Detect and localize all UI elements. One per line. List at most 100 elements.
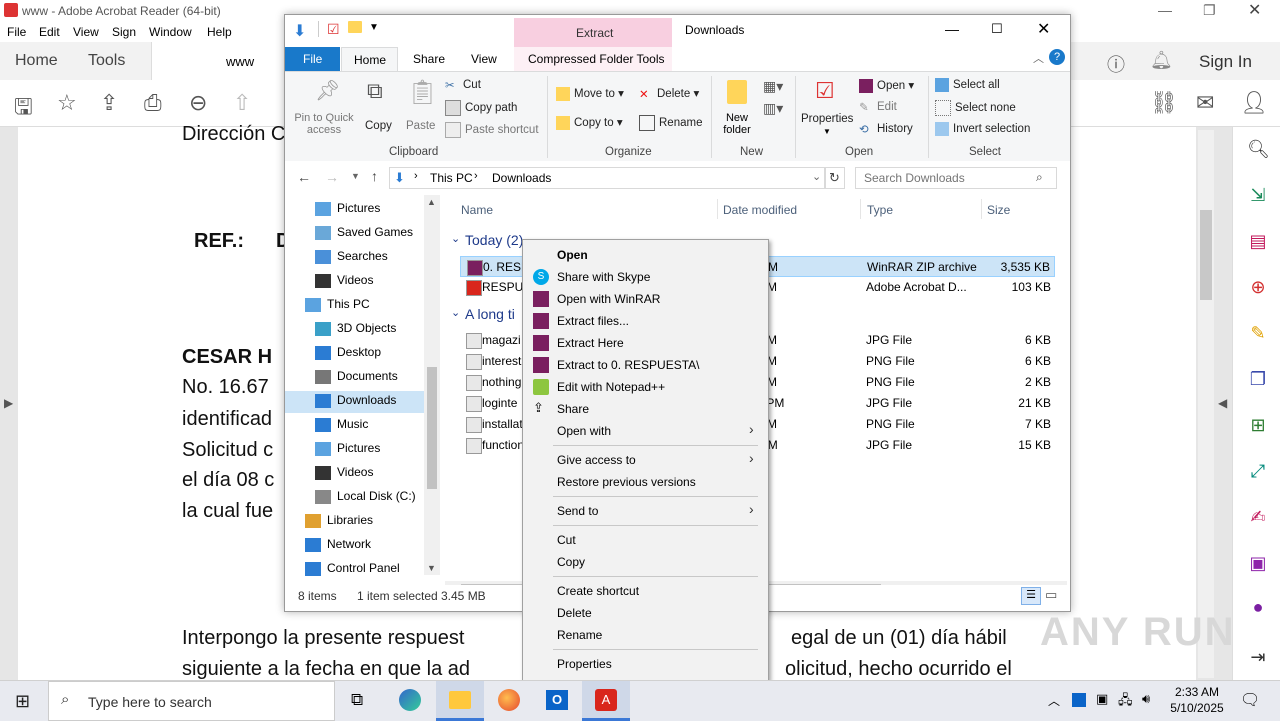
- menu-view[interactable]: View: [73, 25, 99, 39]
- menu-item-copy[interactable]: Copy: [557, 555, 585, 569]
- column-name[interactable]: Name: [461, 203, 493, 217]
- nav-scrollbar[interactable]: ▲ ▼: [424, 195, 440, 575]
- scrollbar-thumb[interactable]: [1200, 210, 1212, 300]
- network-icon[interactable]: 🖧: [1118, 691, 1133, 713]
- nav-item[interactable]: This PC: [305, 297, 370, 312]
- combine-files-icon[interactable]: ❐: [1247, 369, 1269, 391]
- help-icon[interactable]: ⓘ: [1107, 51, 1125, 77]
- save-icon[interactable]: 🖫: [14, 90, 33, 128]
- tray-outlook-icon[interactable]: [1072, 693, 1086, 707]
- up-icon[interactable]: ↑: [371, 168, 378, 184]
- ribbon-tab-view[interactable]: View: [471, 52, 497, 66]
- explorer-maximize-icon[interactable]: ☐: [991, 21, 1003, 37]
- menu-item-share-skype[interactable]: Share with Skype: [557, 270, 650, 284]
- close-icon[interactable]: ✕: [1248, 0, 1261, 20]
- edge-taskbar-button[interactable]: [386, 681, 434, 721]
- windows-start-icon[interactable]: ⊞: [15, 691, 30, 712]
- scroll-up-icon[interactable]: ▲: [427, 197, 436, 207]
- nav-item[interactable]: Downloads: [285, 391, 424, 413]
- select-none-button[interactable]: Select none: [935, 100, 1016, 116]
- nav-scrollbar-thumb[interactable]: [427, 367, 437, 489]
- large-icons-view-icon[interactable]: ▭: [1045, 587, 1057, 603]
- menu-item-open[interactable]: Open: [557, 248, 588, 262]
- right-panel-toggle-icon[interactable]: ◀: [1218, 396, 1227, 410]
- forward-icon[interactable]: →: [325, 169, 339, 185]
- menu-item-share[interactable]: Share: [557, 402, 589, 416]
- select-all-button[interactable]: Select all: [935, 78, 1000, 92]
- collapse-panel-icon[interactable]: ⇥: [1247, 647, 1269, 669]
- address-bar[interactable]: ⬇ › This PC › Downloads ⌄: [389, 167, 825, 189]
- tray-device-icon[interactable]: ▣: [1096, 691, 1108, 707]
- nav-item[interactable]: 3D Objects: [315, 321, 396, 336]
- group-header-today[interactable]: Today (2): [465, 232, 523, 248]
- clock-date[interactable]: 5/10/2025: [1166, 701, 1228, 715]
- history-button[interactable]: ⟲ History: [859, 122, 913, 136]
- nav-item[interactable]: Documents: [315, 369, 398, 384]
- explorer-taskbar-button[interactable]: [436, 681, 484, 721]
- scroll-down-icon[interactable]: ▼: [427, 563, 436, 573]
- clock-time[interactable]: 2:33 AM: [1168, 685, 1226, 699]
- volume-icon[interactable]: 🔊︎: [1142, 691, 1150, 707]
- acrobat-taskbar-button[interactable]: A: [582, 681, 630, 721]
- qat-dropdown-icon[interactable]: ▼: [369, 22, 379, 33]
- column-date-modified[interactable]: Date modified: [723, 203, 797, 217]
- menu-item-delete[interactable]: Delete: [557, 606, 592, 620]
- menu-edit[interactable]: Edit: [39, 25, 60, 39]
- menu-item-send-to[interactable]: Send to: [557, 504, 598, 518]
- star-icon[interactable]: ☆: [57, 90, 77, 116]
- copy-to-button[interactable]: Copy to ▾: [556, 115, 623, 130]
- nav-item[interactable]: Desktop: [315, 345, 381, 360]
- ribbon-tab-home[interactable]: Home: [341, 47, 398, 72]
- column-type[interactable]: Type: [867, 203, 893, 217]
- mail-icon[interactable]: ✉: [1196, 90, 1214, 116]
- firefox-taskbar-button[interactable]: [485, 681, 533, 721]
- nav-item[interactable]: Network: [305, 537, 371, 552]
- breadcrumb-this-pc[interactable]: This PC: [430, 171, 473, 185]
- bell-icon[interactable]: 🔔︎: [1150, 50, 1173, 71]
- copy-path-button[interactable]: Copy path: [445, 100, 517, 116]
- search-icon[interactable]: 🔍︎: [1247, 139, 1270, 161]
- group-collapse-icon[interactable]: ⌄: [451, 232, 460, 245]
- tab-home[interactable]: Home: [15, 52, 58, 70]
- new-folder-button[interactable]: New folder: [717, 78, 757, 142]
- sign-in-button[interactable]: Sign In: [1199, 52, 1252, 72]
- search-input[interactable]: [862, 170, 1036, 186]
- notifications-icon[interactable]: 🗨︎: [1240, 690, 1260, 710]
- export-pdf-icon[interactable]: ⇲: [1247, 185, 1269, 207]
- nav-item[interactable]: Pictures: [315, 201, 380, 216]
- menu-item-create-shortcut[interactable]: Create shortcut: [557, 584, 639, 598]
- ribbon-collapse-icon[interactable]: ︿: [1033, 50, 1044, 66]
- left-panel-toggle-icon[interactable]: ▶: [4, 396, 13, 410]
- nav-item[interactable]: Saved Games: [315, 225, 413, 240]
- upload-icon[interactable]: ⇪: [100, 90, 118, 116]
- menu-sign[interactable]: Sign: [112, 25, 136, 39]
- user-add-icon[interactable]: 👤︎: [1240, 90, 1268, 116]
- menu-item-give-access[interactable]: Give access to: [557, 453, 636, 467]
- details-view-icon[interactable]: ☰: [1021, 587, 1041, 605]
- open-button[interactable]: Open ▾: [859, 78, 914, 93]
- invert-selection-button[interactable]: Invert selection: [935, 122, 1030, 136]
- new-item-icon[interactable]: ▦▾: [763, 78, 783, 95]
- link-icon[interactable]: ⛓: [1150, 90, 1178, 116]
- nav-item[interactable]: Control Panel: [305, 561, 400, 576]
- document-scrollbar[interactable]: [1198, 130, 1214, 678]
- ribbon-tab-compressed[interactable]: Compressed Folder Tools: [514, 47, 672, 71]
- ribbon-tab-share[interactable]: Share: [413, 52, 445, 66]
- menu-item-restore-versions[interactable]: Restore previous versions: [557, 475, 696, 489]
- menu-item-extract-to[interactable]: Extract to 0. RESPUESTA\: [557, 358, 700, 372]
- menu-item-open-winrar[interactable]: Open with WinRAR: [557, 292, 660, 306]
- menu-help[interactable]: Help: [207, 25, 232, 39]
- comment-icon[interactable]: ✎: [1247, 323, 1269, 345]
- more-tools-icon[interactable]: ●: [1247, 597, 1269, 619]
- taskbar-search-box[interactable]: ⌕ Type here to search: [48, 681, 335, 721]
- outlook-taskbar-button[interactable]: O: [533, 681, 581, 721]
- easy-access-icon[interactable]: ▥▾: [763, 100, 783, 117]
- arrow-up-icon[interactable]: ⇧: [233, 90, 251, 116]
- edit-button[interactable]: ✎ Edit: [859, 100, 897, 114]
- recent-locations-icon[interactable]: ▼: [351, 171, 360, 181]
- menu-item-cut[interactable]: Cut: [557, 533, 576, 547]
- nav-item[interactable]: Searches: [315, 249, 388, 264]
- paste-button[interactable]: 📋︎ Paste: [401, 78, 437, 142]
- menu-item-extract-here[interactable]: Extract Here: [557, 336, 624, 350]
- fill-sign-icon[interactable]: ✍: [1247, 507, 1269, 529]
